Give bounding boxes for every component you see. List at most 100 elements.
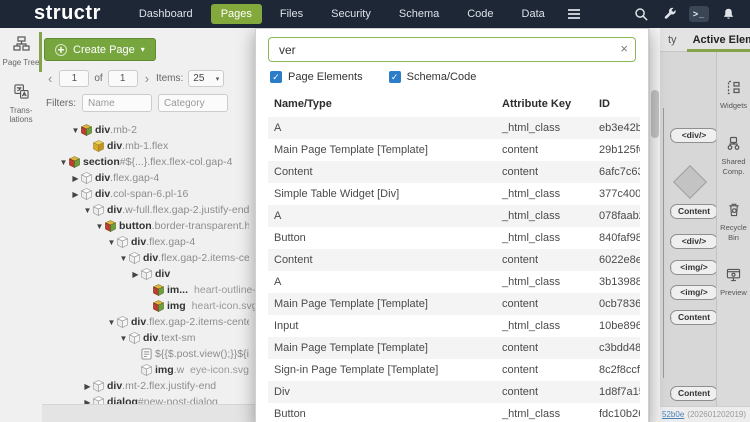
cube-outline-icon	[81, 188, 95, 200]
tree-row[interactable]: div.mb-1.flex	[42, 138, 255, 154]
cube-outline-icon	[117, 316, 131, 328]
search-input[interactable]	[268, 37, 636, 62]
expander-right-icon[interactable]: ▶	[82, 382, 93, 391]
items-label: Items:	[156, 73, 183, 84]
create-page-button[interactable]: + Create Page ▾	[44, 38, 156, 61]
diagram-node[interactable]: <div/>	[670, 128, 718, 143]
result-row[interactable]: Main Page Template [Template]content29b1…	[268, 139, 640, 161]
category-filter-input[interactable]	[158, 94, 228, 112]
cube-outline-icon	[93, 204, 107, 216]
active-elements-panel: ty Active Elements <div/> Content <div/> <i…	[660, 28, 750, 422]
rail-item-page-tree[interactable]: Page Tree	[0, 28, 42, 76]
nav-security[interactable]: Security	[321, 4, 381, 24]
preview-icon	[726, 269, 741, 286]
tree-row[interactable]: ▶div.col-span-6.pl-16	[42, 186, 255, 202]
expander-right-icon[interactable]: ▶	[70, 174, 81, 183]
clear-search-icon[interactable]: ×	[620, 41, 628, 56]
hamburger-menu-icon[interactable]	[561, 6, 587, 22]
page-number-input[interactable]	[59, 70, 89, 87]
result-row[interactable]: Button_html_classfdc10b26...	[268, 403, 640, 422]
tree-row[interactable]: ▼div.flex.gap-2.items-center	[42, 314, 255, 330]
nav-code[interactable]: Code	[457, 4, 503, 24]
tree-row[interactable]: ▶div	[42, 266, 255, 282]
nav-files[interactable]: Files	[270, 4, 313, 24]
result-row[interactable]: A_html_class078faab2...	[268, 205, 640, 227]
diagram-node[interactable]: Content	[670, 386, 718, 401]
status-bar: ust 52b0e (202601202019)	[660, 406, 750, 422]
result-row[interactable]: Contentcontent6022e8e7...	[268, 249, 640, 271]
tree-row[interactable]: ▼button.border-transparent.hover:b...	[42, 218, 255, 234]
tree-row[interactable]: ▼div.w-full.flex.gap-2.justify-end.	[42, 202, 255, 218]
tool-shared-comp-[interactable]: Shared Comp.	[717, 136, 750, 176]
result-row[interactable]: Divcontent1d8f7a15...	[268, 381, 640, 403]
tree-row[interactable]: im...heart-outline-icon.svg	[42, 282, 255, 298]
tree-row[interactable]: ▼div.flex.gap-4	[42, 234, 255, 250]
tree-row[interactable]: ▼div.flex.gap-2.items-center	[42, 250, 255, 266]
expander-right-icon[interactable]: ▶	[70, 190, 81, 199]
expander-down-icon[interactable]: ▼	[58, 158, 69, 167]
widgets-icon	[726, 82, 741, 99]
expander-down-icon[interactable]: ▼	[106, 238, 117, 247]
tree-row[interactable]: ▶div.mt-2.flex.justify-end	[42, 378, 255, 394]
prev-page-button[interactable]: ‹	[46, 71, 54, 86]
page-size-select[interactable]: 25 ▾	[188, 70, 224, 87]
tree-row[interactable]: ▼section#${...}.flex.flex-col.gap-4	[42, 154, 255, 170]
cube-color-icon	[153, 300, 167, 312]
diagram-node[interactable]: Content	[670, 310, 718, 325]
name-filter-input[interactable]	[82, 94, 152, 112]
diagram-node[interactable]: <img/>	[670, 285, 718, 300]
result-row[interactable]: Main Page Template [Template]contentc3bd…	[268, 337, 640, 359]
terminal-icon[interactable]: >_	[689, 5, 709, 23]
result-row[interactable]: A_html_classeb3e42b...	[268, 117, 640, 139]
tree-row[interactable]: img.w-5.h-5.inlin...eye-icon.svg	[42, 362, 255, 378]
recycle-bin-icon	[727, 204, 741, 221]
expander-down-icon[interactable]: ▼	[82, 206, 93, 215]
col-name-type: Name/Type	[268, 93, 496, 117]
bell-icon[interactable]	[718, 5, 738, 23]
tool-recycle-bin[interactable]: Recycle Bin	[717, 202, 750, 242]
tree-row[interactable]: ${{$.post.view();}}${int(add(size...	[42, 346, 255, 362]
expander-right-icon[interactable]: ▶	[130, 270, 141, 279]
checkbox-schema-code[interactable]: ✓ Schema/Code	[389, 71, 477, 83]
tool-widgets[interactable]: Widgets	[717, 80, 750, 110]
tool-preview[interactable]: Preview	[717, 268, 750, 297]
result-row[interactable]: Main Page Template [Template]content0cb7…	[268, 293, 640, 315]
vertical-scrollbar[interactable]	[650, 28, 660, 422]
nav-data[interactable]: Data	[512, 4, 555, 24]
tree-row[interactable]: ▼div.text-sm	[42, 330, 255, 346]
search-icon[interactable]	[631, 5, 651, 23]
expander-down-icon[interactable]: ▼	[70, 126, 81, 135]
expander-down-icon[interactable]: ▼	[118, 334, 129, 343]
checkbox-page-elements[interactable]: ✓ Page Elements	[270, 71, 363, 83]
tab-active-elements[interactable]: Active Elements	[685, 28, 750, 52]
tree-row[interactable]: ▼div.mb-2	[42, 122, 255, 138]
search-scope-checkboxes: ✓ Page Elements ✓ Schema/Code	[270, 71, 634, 83]
rail-item-trans-lations[interactable]: Trans-lations	[0, 76, 42, 133]
expander-down-icon[interactable]: ▼	[106, 318, 117, 327]
result-row[interactable]: Button_html_class840faf98...	[268, 227, 640, 249]
scrollbar-thumb[interactable]	[651, 90, 659, 138]
next-page-button[interactable]: ›	[143, 71, 151, 86]
nav-pages[interactable]: Pages	[211, 4, 262, 24]
tree-row[interactable]: img.w-4.h-...heart-icon.svg	[42, 298, 255, 314]
build-link[interactable]: 52b0e	[662, 410, 684, 419]
tree-row[interactable]: ▶dialog#new-post-dialog	[42, 394, 255, 404]
decision-diamond-node[interactable]	[673, 165, 707, 199]
diagram-node[interactable]: <img/>	[670, 260, 718, 275]
wrench-icon[interactable]	[660, 5, 680, 23]
result-row[interactable]: Input_html_class10be896...	[268, 315, 640, 337]
diagram-node[interactable]: <div/>	[670, 234, 718, 249]
tab-security-partial[interactable]: ty	[660, 28, 685, 52]
expander-down-icon[interactable]: ▼	[94, 222, 105, 231]
result-row[interactable]: Simple Table Widget [Div]_html_class377c…	[268, 183, 640, 205]
nav-schema[interactable]: Schema	[389, 4, 449, 24]
left-function-rail: Page TreeTrans-lations	[0, 28, 42, 422]
nav-dashboard[interactable]: Dashboard	[129, 4, 203, 24]
result-row[interactable]: Contentcontent6afc7c63...	[268, 161, 640, 183]
result-row[interactable]: A_html_class3b13988...	[268, 271, 640, 293]
result-row[interactable]: Sign-in Page Template [Template]content8…	[268, 359, 640, 381]
expander-down-icon[interactable]: ▼	[118, 254, 129, 263]
diagram-node[interactable]: Content	[670, 204, 718, 219]
content-icon	[141, 348, 155, 360]
tree-row[interactable]: ▶div.flex.gap-4	[42, 170, 255, 186]
